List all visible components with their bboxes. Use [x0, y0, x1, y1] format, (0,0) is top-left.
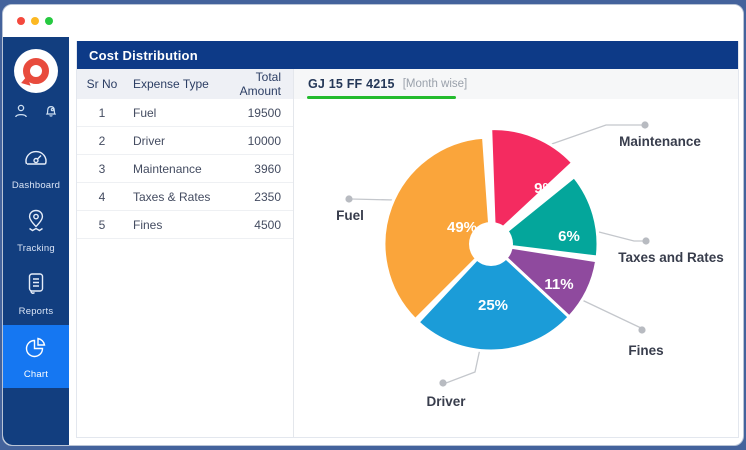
callout-label-fuel: Fuel: [310, 206, 390, 227]
location-pin-icon: [24, 208, 48, 239]
cell-srno: 2: [77, 134, 127, 148]
col-header-srno: Sr No: [77, 77, 127, 91]
table-row: 3Maintenance3960: [77, 155, 293, 183]
sidebar-item-label: Chart: [24, 369, 48, 380]
cell-srno: 4: [77, 190, 127, 204]
leader-dot: [642, 237, 649, 244]
user-icon[interactable]: [13, 103, 29, 124]
cell-srno: 1: [77, 106, 127, 120]
cell-amount: 19500: [223, 106, 293, 120]
vehicle-number-label: GJ 15 FF 4215: [308, 77, 395, 91]
callout-label-driver: Driver: [406, 392, 486, 413]
sidebar-nav: Dashboard Tracking Reports Chart: [3, 138, 69, 388]
leader-line: [599, 232, 643, 241]
cell-expense-type: Fuel: [127, 106, 223, 120]
table-row: 4Taxes & Rates2350: [77, 183, 293, 211]
slice-percent-label: 9%: [534, 180, 556, 197]
month-wise-tag: [Month wise]: [403, 78, 468, 90]
chart-pane: GJ 15 FF 4215 [Month wise] 9% 6% 11% 25% 49%…: [294, 69, 738, 437]
callout-label-fines: Fines: [606, 341, 686, 362]
callout-label-maintenance: Maintenance: [600, 132, 720, 153]
sidebar-item-label: Tracking: [17, 243, 55, 254]
sidebar: Dashboard Tracking Reports Chart: [3, 37, 69, 445]
window-titlebar: [3, 5, 743, 37]
page-title: Cost Distribution: [77, 41, 738, 69]
cell-srno: 3: [77, 162, 127, 176]
slice-percent-label: 6%: [558, 228, 580, 245]
cell-expense-type: Fines: [127, 218, 223, 232]
table-header-row: Sr No Expense Type Total Amount: [77, 69, 293, 99]
leader-dot: [641, 121, 648, 128]
sidebar-item-dashboard[interactable]: Dashboard: [3, 138, 69, 199]
slice-percent-label: 49%: [447, 219, 477, 236]
report-doc-icon: [24, 271, 48, 302]
leader-dot: [345, 195, 352, 202]
traffic-lights: [17, 17, 53, 25]
app-logo[interactable]: [14, 49, 58, 93]
leader-dot: [439, 379, 446, 386]
sidebar-item-label: Dashboard: [12, 180, 60, 191]
cell-expense-type: Maintenance: [127, 162, 223, 176]
table-row: 2Driver10000: [77, 127, 293, 155]
col-header-amount: Total Amount: [223, 70, 293, 98]
cell-expense-type: Driver: [127, 134, 223, 148]
table-row: 5Fines4500: [77, 211, 293, 239]
cell-srno: 5: [77, 218, 127, 232]
close-window-button[interactable]: [17, 17, 25, 25]
cell-amount: 2350: [223, 190, 293, 204]
cell-expense-type: Taxes & Rates: [127, 190, 223, 204]
expense-table: Sr No Expense Type Total Amount 1Fuel195…: [77, 69, 294, 437]
slice-percent-label: 11%: [544, 276, 573, 293]
cell-amount: 10000: [223, 134, 293, 148]
cell-amount: 3960: [223, 162, 293, 176]
minimize-window-button[interactable]: [31, 17, 39, 25]
callout-label-taxes-and-rates: Taxes and Rates: [612, 248, 730, 269]
pie-chart: 9% 6% 11% 25% 49% Maintenance Taxes and Rates F…: [294, 99, 738, 437]
leader-dot: [638, 326, 645, 333]
app-window: Dashboard Tracking Reports Chart Cost Distr…: [2, 4, 744, 446]
col-header-type: Expense Type: [127, 77, 223, 91]
sidebar-item-tracking[interactable]: Tracking: [3, 199, 69, 262]
app-screenshot: { "window": { "traffic_lights": { "close…: [0, 0, 746, 450]
pie-chart-icon: [23, 334, 49, 365]
table-row: 1Fuel19500: [77, 99, 293, 127]
notification-bell-icon[interactable]: [43, 103, 59, 124]
leader-line: [582, 300, 641, 328]
speedometer-icon: [23, 147, 49, 176]
sidebar-item-reports[interactable]: Reports: [3, 262, 69, 325]
cell-amount: 4500: [223, 218, 293, 232]
main-panel: Cost Distribution Sr No Expense Type Tot…: [76, 41, 739, 438]
slice-percent-label: 25%: [478, 297, 508, 314]
chart-tab[interactable]: GJ 15 FF 4215 [Month wise]: [294, 69, 738, 99]
sidebar-item-chart[interactable]: Chart: [3, 325, 69, 388]
zoom-window-button[interactable]: [45, 17, 53, 25]
sidebar-item-label: Reports: [19, 306, 54, 317]
